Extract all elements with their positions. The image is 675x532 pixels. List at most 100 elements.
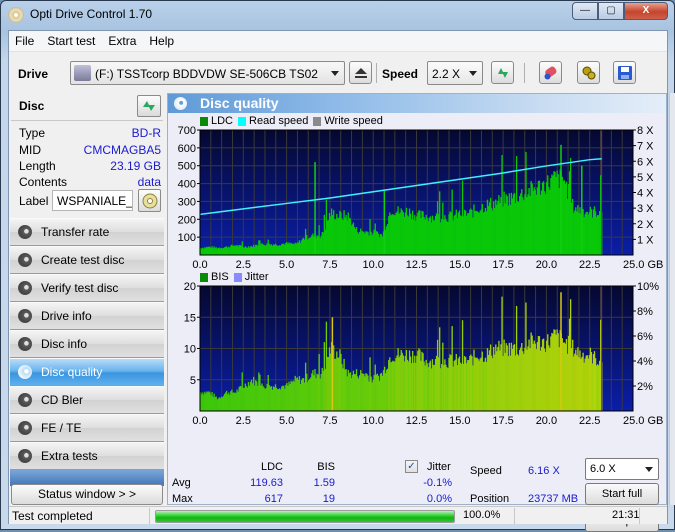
data-spike <box>560 292 562 411</box>
nav-verify-test-disc[interactable]: Verify test disc <box>10 274 164 302</box>
nav-drive-info[interactable]: Drive info <box>10 302 164 330</box>
bis-chart: 5 10 15 20 2% 4% 6% 8% 10% 0.0 2.5 5.0 7.5 10.0 12.5 15… <box>184 282 664 427</box>
nav-label: FE / TE <box>41 421 82 435</box>
disc-info-box: Disc Type BD-R MID CMCMAGBA5 Length 23.1… <box>11 93 163 215</box>
nav-create-test-disc[interactable]: Create test disc <box>10 246 164 274</box>
erase-button[interactable] <box>539 61 562 84</box>
status-divider <box>639 508 640 524</box>
x-tick-label: 12.5 <box>406 415 427 427</box>
save-button[interactable] <box>613 61 636 84</box>
y2-tick-label: 2% <box>637 381 653 393</box>
nav-label: Disc quality <box>41 365 103 379</box>
window-title: Opti Drive Control 1.70 <box>30 7 153 21</box>
disc-test-icon <box>18 337 32 351</box>
scrollbar[interactable] <box>668 93 675 505</box>
stats-header-bis: BIS <box>317 461 335 473</box>
disc-type-row: Type BD-R <box>19 126 161 142</box>
jitter-checkbox[interactable]: ✓ <box>405 460 418 473</box>
menu-extra[interactable]: Extra <box>108 34 136 48</box>
y-tick-label: 600 <box>178 143 196 155</box>
panel-title: Disc quality <box>200 95 279 111</box>
x-tick-label: 5.0 <box>279 259 294 271</box>
disc-icon <box>142 193 157 208</box>
eject-icon <box>354 67 367 78</box>
x-tick-label: 2.5 <box>236 415 251 427</box>
disc-label-input[interactable]: WSPANIALE_ST <box>52 190 133 211</box>
x-tick-label: 17.5 <box>492 259 513 271</box>
x-tick-label: 7.5 <box>322 259 337 271</box>
minimize-button[interactable]: — <box>572 2 598 20</box>
y2-tick-label: 10% <box>637 282 659 293</box>
stats-avg-jitter: -0.1% <box>423 477 452 489</box>
speed-select[interactable]: 2.2 X <box>427 61 483 85</box>
stats-max-bis: 19 <box>322 493 335 505</box>
y-tick-label: 500 <box>178 161 196 173</box>
eject-button[interactable] <box>349 61 372 84</box>
nav-label: Verify test disc <box>41 281 119 295</box>
scrollbar-track[interactable] <box>669 93 675 505</box>
disc-type-value: BD-R <box>131 126 161 140</box>
refresh-icon <box>143 101 155 111</box>
x-tick-label: 22.5 <box>579 415 600 427</box>
divider <box>11 120 163 121</box>
nav-transfer-rate[interactable]: Transfer rate <box>10 218 164 246</box>
x-tick-label: 2.5 <box>236 259 251 271</box>
disc-title: Disc <box>19 99 45 113</box>
test-speed-select[interactable]: 6.0 X <box>585 458 659 480</box>
y-tick-label: 100 <box>178 232 196 244</box>
menu-help[interactable]: Help <box>149 34 174 48</box>
stats-max-jitter: 0.0% <box>426 493 452 505</box>
data-spike <box>331 317 334 411</box>
disc-mid-value: CMCMAGBA5 <box>83 143 161 157</box>
start-full-button[interactable]: Start full <box>585 483 659 505</box>
nav-cd-bler[interactable]: CD Bler <box>10 386 164 414</box>
nav-extra-tests[interactable]: Extra tests <box>10 442 164 470</box>
y2-tick-label: 6 X <box>637 156 654 168</box>
y2-tick-label: 3 X <box>637 203 654 215</box>
nav-list: Transfer rate Create test disc Verify te… <box>10 218 164 486</box>
nav-label: Create test disc <box>41 253 125 267</box>
menu-start-test[interactable]: Start test <box>47 34 95 48</box>
settings-icon <box>582 66 595 79</box>
nav-label: CD Bler <box>41 393 84 407</box>
nav-disc-info[interactable]: Disc info <box>10 330 164 358</box>
drive-select[interactable]: (F:) TSSTcorp BDDVDW SE-506CB TS02 <box>70 61 345 85</box>
data-spike <box>560 144 562 255</box>
title-bar: Opti Drive Control 1.70 — ▢ X <box>1 1 674 29</box>
y-tick-label: 10 <box>184 344 196 356</box>
y-tick-label: 15 <box>184 312 196 324</box>
elapsed-time: 21:31 <box>612 509 640 521</box>
legend-swatch-read-speed <box>238 116 247 126</box>
y2-tick-label: 4 X <box>637 188 654 200</box>
drive-label: Drive <box>18 67 49 81</box>
legend-swatch-ldc <box>200 116 208 126</box>
disc-test-icon <box>18 281 32 295</box>
disc-test-icon <box>18 225 32 239</box>
speed-value: 6.16 X <box>528 465 560 477</box>
stats-avg-bis: 1.59 <box>313 477 335 489</box>
settings-button[interactable] <box>577 61 600 84</box>
maximize-button[interactable]: ▢ <box>598 2 624 20</box>
refresh-speed-button[interactable] <box>491 61 514 84</box>
y2-tick-label: 7 X <box>637 141 654 153</box>
status-divider <box>514 508 515 524</box>
disc-test-icon <box>18 393 32 407</box>
disc-mid-row: MID CMCMAGBA5 <box>19 143 161 159</box>
y2-tick-label: 8 X <box>637 126 654 137</box>
x-tick-label: 20.0 <box>536 259 557 271</box>
chevron-down-icon <box>645 467 653 472</box>
data-spike <box>581 165 583 255</box>
disc-label-button[interactable] <box>138 189 161 212</box>
y-tick-label: 200 <box>178 214 196 226</box>
status-bar: Test completed 100.0% 21:31 <box>9 506 667 524</box>
disc-refresh-button[interactable] <box>137 95 161 117</box>
menu-file[interactable]: File <box>15 34 34 48</box>
close-button[interactable]: X <box>624 2 668 20</box>
nav-disc-quality[interactable]: Disc quality <box>10 358 164 386</box>
status-window-button[interactable]: Status window > > <box>11 484 163 505</box>
y-tick-label: 400 <box>178 179 196 191</box>
stats-avg-ldc: 119.63 <box>250 477 283 489</box>
toolbar: Drive (F:) TSSTcorp BDDVDW SE-506CB TS02… <box>9 53 667 93</box>
nav-fe-te[interactable]: FE / TE <box>10 414 164 442</box>
x-tick-label: 25.0 GB <box>623 415 663 427</box>
